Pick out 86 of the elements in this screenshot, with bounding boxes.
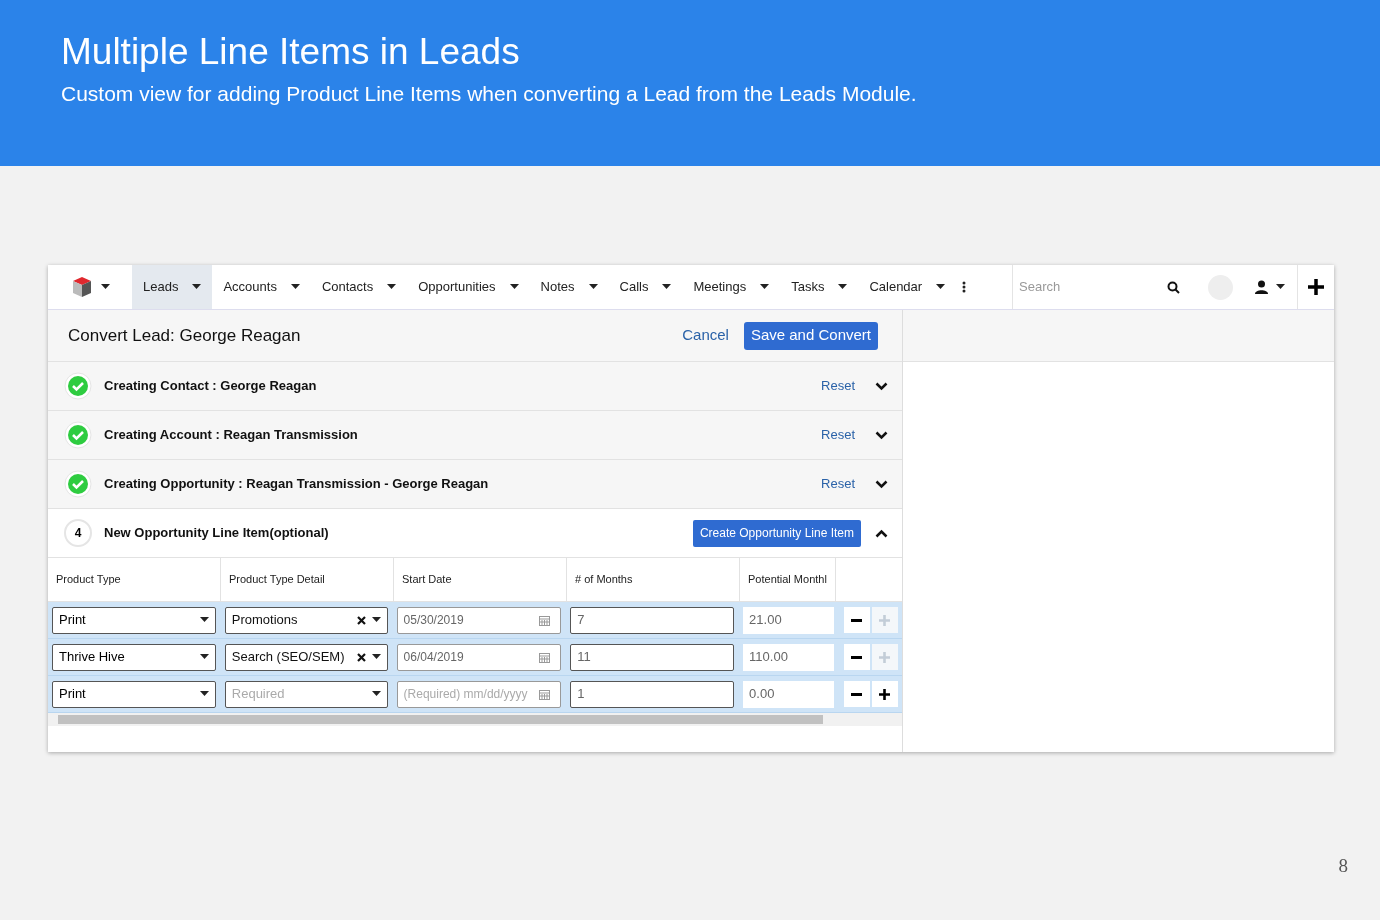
nav-tab[interactable]: Calendar <box>858 265 957 309</box>
date-field[interactable]: 06/04/2019 <box>396 643 562 671</box>
step-title: Creating Contact : George Reagan <box>104 377 318 396</box>
select-field[interactable]: Promotions <box>224 606 388 634</box>
cancel-link[interactable]: Cancel <box>682 324 729 347</box>
caret-icon <box>371 617 381 623</box>
potential-field: 110.00 <box>743 643 834 671</box>
caret-icon <box>192 284 202 290</box>
caret-icon <box>199 691 209 697</box>
caret-icon <box>662 284 672 290</box>
nav-tab[interactable]: Accounts <box>212 265 311 309</box>
column-header: Product Type <box>48 558 221 601</box>
reset-link[interactable]: Reset <box>821 376 855 396</box>
step-title: Creating Account : Reagan Transmission <box>104 426 359 445</box>
reset-link[interactable]: Reset <box>821 425 855 445</box>
minus-icon <box>851 618 863 622</box>
column-header: # of Months <box>567 558 740 601</box>
select-field[interactable]: Search (SEO/SEM) <box>224 643 388 671</box>
chevron-down-icon[interactable] <box>875 430 888 440</box>
caret-icon <box>371 654 381 660</box>
step-number: 4 <box>64 519 92 547</box>
caret-icon <box>371 691 381 697</box>
clear-icon[interactable] <box>356 652 366 662</box>
caret-icon <box>290 284 300 290</box>
caret-icon <box>588 284 598 290</box>
caret-icon <box>387 284 397 290</box>
user-icon <box>1255 280 1268 294</box>
potential-field: 0.00 <box>743 680 834 708</box>
nav-tab[interactable]: Notes <box>529 265 609 309</box>
plus-icon[interactable] <box>1308 279 1324 295</box>
clear-icon[interactable] <box>356 615 366 625</box>
months-field[interactable]: 7 <box>570 606 735 634</box>
remove-button[interactable] <box>844 607 870 633</box>
user-menu[interactable] <box>1255 280 1285 294</box>
nav-tab[interactable]: Opportunities <box>407 265 530 309</box>
caret-icon <box>838 284 848 290</box>
caret-icon <box>100 284 110 290</box>
remove-button[interactable] <box>844 681 870 707</box>
caret-icon <box>199 654 209 660</box>
step-title: Creating Opportunity : Reagan Transmission - George Reagan <box>104 475 490 494</box>
horizontal-scrollbar[interactable] <box>48 713 902 726</box>
select-field[interactable]: Thrive Hive <box>52 643 216 671</box>
caret-icon <box>760 284 770 290</box>
search-field[interactable]: Search <box>1019 277 1167 297</box>
select-field[interactable]: Print <box>52 606 216 634</box>
slide-subtitle: Custom view for adding Product Line Items when converting a Lead from the Leads Module. <box>61 81 918 107</box>
plus-icon <box>879 614 891 626</box>
plus-icon <box>879 688 891 700</box>
remove-button[interactable] <box>844 644 870 670</box>
page-number: 8 <box>1338 853 1348 878</box>
page-title: Convert Lead: George Reagan <box>68 324 302 347</box>
column-header: Start Date <box>394 558 567 601</box>
cube-logo-icon <box>70 276 93 298</box>
minus-icon <box>851 655 863 659</box>
plus-icon <box>879 651 891 663</box>
add-button[interactable] <box>872 681 898 707</box>
more-icon[interactable] <box>962 281 967 293</box>
chevron-down-icon[interactable] <box>875 381 888 391</box>
months-field[interactable]: 1 <box>570 680 735 708</box>
chevron-up-icon[interactable] <box>875 528 888 538</box>
calendar-icon[interactable] <box>539 614 551 626</box>
nav-tab[interactable]: Calls <box>608 265 683 309</box>
nav-tab[interactable]: Tasks <box>780 265 859 309</box>
caret-icon <box>1276 284 1285 290</box>
chevron-down-icon[interactable] <box>875 479 888 489</box>
calendar-icon[interactable] <box>539 651 551 663</box>
reset-link[interactable]: Reset <box>821 474 855 494</box>
nav-tab[interactable]: Contacts <box>310 265 408 309</box>
nav-tab[interactable]: Meetings <box>682 265 781 309</box>
date-field[interactable]: 05/30/2019 <box>396 606 562 634</box>
step-title: New Opportunity Line Item(optional) <box>104 524 330 543</box>
caret-icon <box>936 284 946 290</box>
select-field[interactable]: Print <box>52 680 216 708</box>
caret-icon <box>509 284 519 290</box>
save-and-convert-button[interactable]: Save and Convert <box>743 321 878 350</box>
search-icon[interactable] <box>1167 280 1180 294</box>
column-header: Product Type Detail <box>221 558 394 601</box>
column-header: Potential Monthl <box>740 558 836 601</box>
slide-title: Multiple Line Items in Leads <box>61 30 521 74</box>
caret-icon <box>199 617 209 623</box>
potential-field: 21.00 <box>743 606 834 634</box>
minus-icon <box>851 692 863 696</box>
calendar-icon[interactable] <box>539 688 551 700</box>
nav-tab[interactable]: Leads <box>132 265 213 309</box>
create-line-item-button[interactable]: Create Opportunity Line Item <box>692 519 861 547</box>
months-field[interactable]: 11 <box>570 643 735 671</box>
